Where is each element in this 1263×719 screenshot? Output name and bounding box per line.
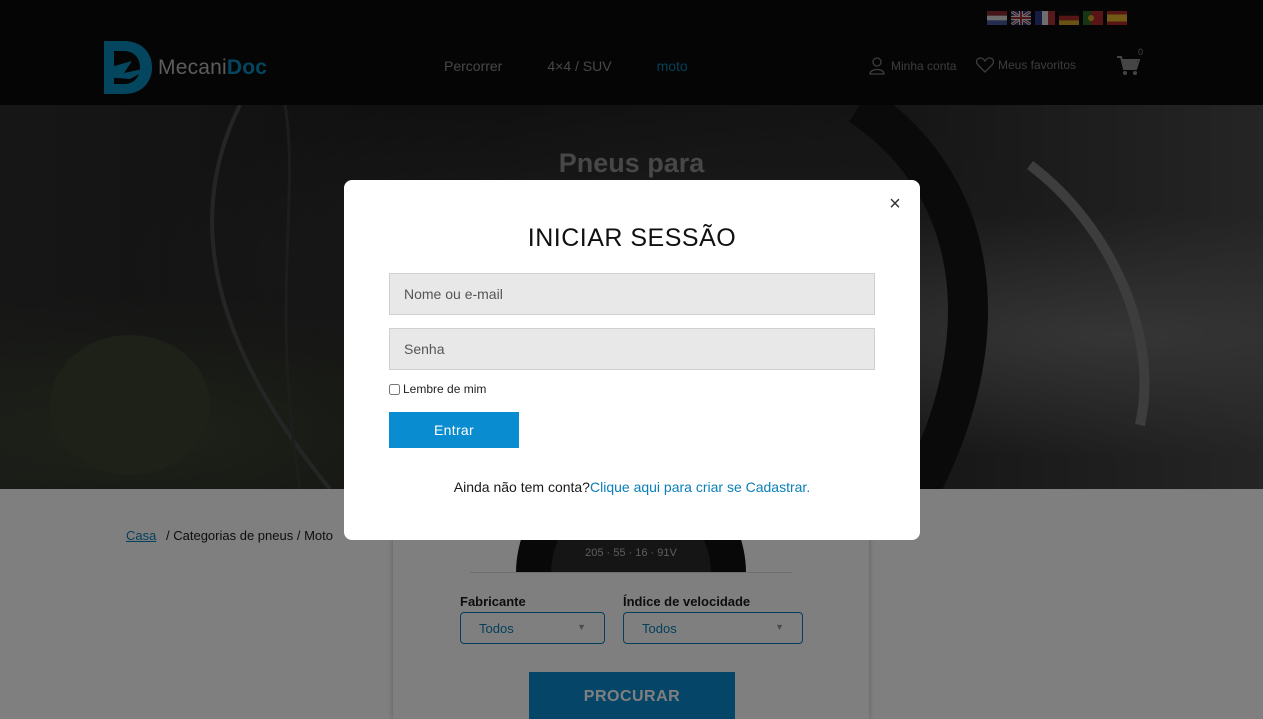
login-modal: × INICIAR SESSÃO Lembre de mim Entrar Ai… bbox=[344, 180, 920, 540]
password-input[interactable] bbox=[389, 328, 875, 370]
modal-title: INICIAR SESSÃO bbox=[527, 224, 737, 252]
login-button[interactable]: Entrar bbox=[389, 412, 519, 448]
username-input[interactable] bbox=[389, 273, 875, 315]
signup-prompt: Ainda não tem conta?Clique aqui para cri… bbox=[344, 479, 920, 495]
remember-me-label: Lembre de mim bbox=[403, 382, 487, 396]
signup-prompt-text: Ainda não tem conta? bbox=[453, 479, 590, 495]
remember-me-checkbox[interactable] bbox=[389, 383, 400, 395]
close-icon[interactable]: × bbox=[886, 194, 904, 214]
remember-me[interactable]: Lembre de mim bbox=[389, 382, 486, 396]
signup-link[interactable]: Clique aqui para criar se Cadastrar. bbox=[590, 479, 810, 495]
